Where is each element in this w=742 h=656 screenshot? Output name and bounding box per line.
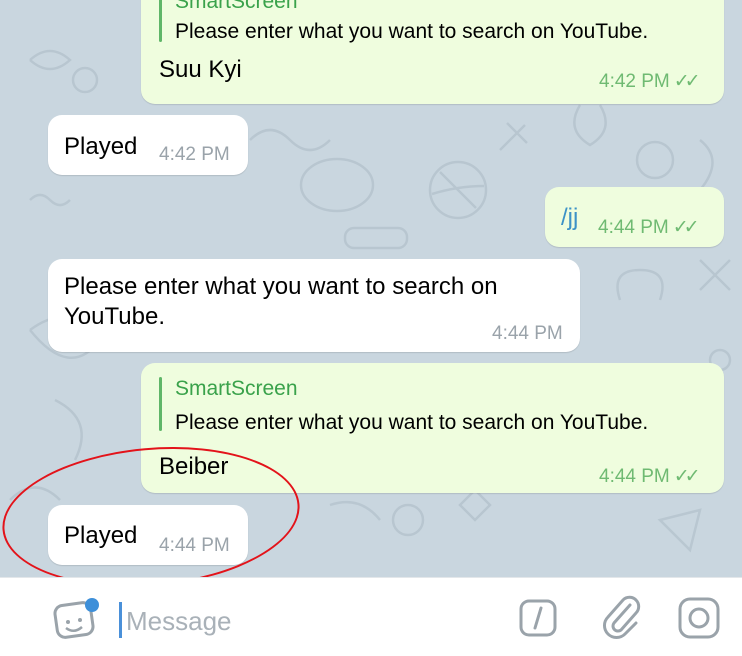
message-time: 4:44 PM ✓✓ <box>599 465 701 488</box>
slash-command-icon[interactable] <box>518 598 558 638</box>
attach-icon[interactable] <box>600 595 644 641</box>
message-text: Suu Kyi <box>159 56 242 83</box>
incoming-message-played[interactable]: Played 4:42 PM <box>48 115 248 175</box>
sticker-icon[interactable] <box>52 596 102 642</box>
message-time: 4:44 PM ✓✓ <box>598 216 700 239</box>
command-link[interactable]: /jj <box>561 204 578 232</box>
message-time: 4:44 PM <box>492 323 563 344</box>
message-time: 4:42 PM ✓✓ <box>599 70 701 93</box>
message-text: Played <box>64 133 138 160</box>
incoming-message-prompt[interactable]: Please enter what you want to search on … <box>48 259 580 352</box>
read-ticks-icon: ✓✓ <box>673 71 701 92</box>
message-input[interactable]: Message <box>126 606 232 637</box>
reply-quoted-text: Please enter what you want to search on … <box>175 411 649 434</box>
reply-quoted-text: Please enter what you want to search on … <box>175 20 649 43</box>
message-text-line-1: Please enter what you want to search on <box>64 273 498 300</box>
read-ticks-icon: ✓✓ <box>672 217 700 238</box>
camera-icon[interactable] <box>677 596 721 640</box>
outgoing-message-command[interactable]: /jj 4:44 PM ✓✓ <box>545 187 724 247</box>
time-label: 4:42 PM <box>599 71 670 92</box>
message-input-bar: Message <box>0 577 742 656</box>
reply-sender-name: SmartScreen <box>175 0 298 13</box>
message-time: 4:42 PM <box>159 144 230 165</box>
read-ticks-icon: ✓✓ <box>673 466 701 487</box>
time-label: 4:44 PM <box>599 466 670 487</box>
reply-quote-bar <box>159 0 162 42</box>
message-text-line-2: YouTube. <box>64 303 165 330</box>
reply-sender-name: SmartScreen <box>175 377 298 400</box>
time-label: 4:44 PM <box>598 217 669 238</box>
reply-quote-bar <box>159 377 162 431</box>
outgoing-message-suu-kyi[interactable]: SmartScreen Please enter what you want t… <box>141 0 724 104</box>
text-cursor <box>119 602 122 638</box>
